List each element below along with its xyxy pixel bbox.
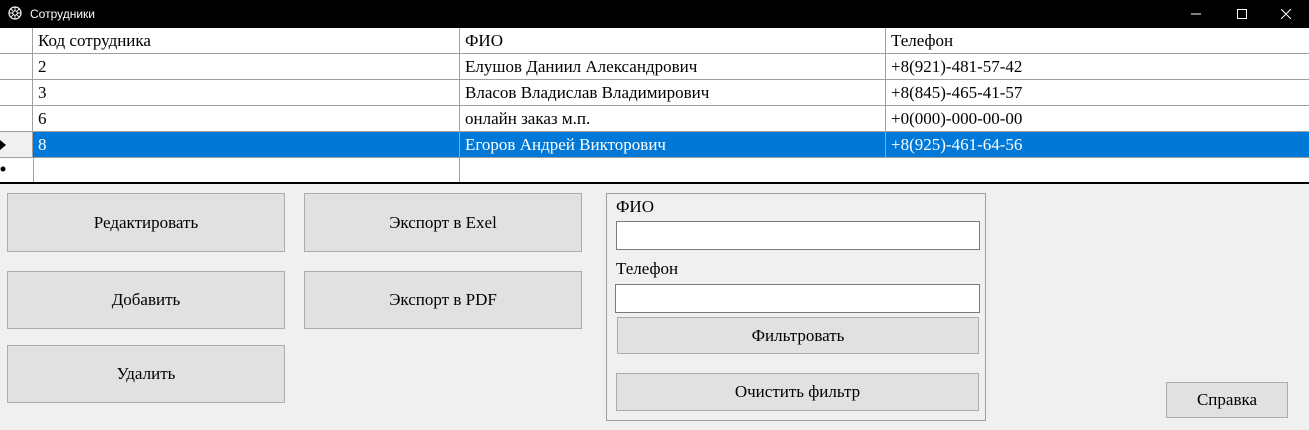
cell-fio[interactable]: Елушов Даниил Александрович xyxy=(460,54,886,79)
employees-table[interactable]: Код сотрудника ФИО Телефон 2 Елушов Дани… xyxy=(0,28,1309,184)
window-title: Сотрудники xyxy=(30,7,95,21)
cell-id[interactable]: 3 xyxy=(33,80,460,105)
new-row-area[interactable] xyxy=(0,158,1309,182)
row-header[interactable] xyxy=(0,54,33,79)
edit-button[interactable]: Редактировать xyxy=(7,193,285,252)
title-bar: Сотрудники xyxy=(0,0,1309,28)
cell-id[interactable]: 8 xyxy=(33,132,460,157)
cell-phone[interactable]: +0(000)-000-00-00 xyxy=(886,106,1309,131)
table-row[interactable]: 2 Елушов Даниил Александрович +8(921)-48… xyxy=(0,54,1309,80)
export-pdf-button[interactable]: Экспорт в PDF xyxy=(304,271,582,329)
row-header-corner xyxy=(0,28,33,53)
clear-filter-button[interactable]: Очистить фильтр xyxy=(616,373,979,411)
cell-phone[interactable]: +8(845)-465-41-57 xyxy=(886,80,1309,105)
current-row-arrow-icon xyxy=(0,140,6,150)
close-icon xyxy=(1281,9,1291,19)
table-row[interactable]: 6 онлайн заказ м.п. +0(000)-000-00-00 xyxy=(0,106,1309,132)
cell-fio[interactable]: Егоров Андрей Викторович xyxy=(460,132,886,157)
phone-filter-label: Телефон xyxy=(616,259,679,278)
export-exel-button[interactable]: Экспорт в Exel xyxy=(304,193,582,252)
add-button[interactable]: Добавить xyxy=(7,271,285,329)
new-row-icon xyxy=(0,166,6,172)
table-row[interactable]: 3 Власов Владислав Владимирович +8(845)-… xyxy=(0,80,1309,106)
table-header: Код сотрудника ФИО Телефон xyxy=(0,28,1309,54)
delete-button[interactable]: Удалить xyxy=(7,345,285,403)
column-header-phone[interactable]: Телефон xyxy=(886,28,1309,53)
cell-fio[interactable]: онлайн заказ м.п. xyxy=(460,106,886,131)
maximize-button[interactable] xyxy=(1219,0,1265,28)
minimize-icon xyxy=(1191,13,1201,15)
minimize-button[interactable] xyxy=(1173,0,1219,28)
maximize-icon xyxy=(1237,9,1247,19)
apply-filter-button[interactable]: Фильтровать xyxy=(617,317,979,354)
row-header[interactable] xyxy=(0,80,33,105)
row-header[interactable] xyxy=(0,106,33,131)
cell-id[interactable]: 6 xyxy=(33,106,460,131)
column-header-fio[interactable]: ФИО xyxy=(460,28,886,53)
cell-phone[interactable]: +8(921)-481-57-42 xyxy=(886,54,1309,79)
cell-fio[interactable]: Власов Владислав Владимирович xyxy=(460,80,886,105)
fio-filter-input[interactable] xyxy=(616,221,980,250)
cell-phone[interactable]: +8(925)-461-64-56 xyxy=(886,132,1309,157)
column-header-id[interactable]: Код сотрудника xyxy=(33,28,460,53)
table-row-selected[interactable]: 8 Егоров Андрей Викторович +8(925)-461-6… xyxy=(0,132,1309,158)
help-button[interactable]: Справка xyxy=(1166,382,1288,418)
app-icon xyxy=(8,6,22,20)
fio-filter-label: ФИО xyxy=(616,197,654,216)
close-button[interactable] xyxy=(1263,0,1309,28)
cell-id[interactable]: 2 xyxy=(33,54,460,79)
phone-filter-input[interactable] xyxy=(615,284,980,313)
